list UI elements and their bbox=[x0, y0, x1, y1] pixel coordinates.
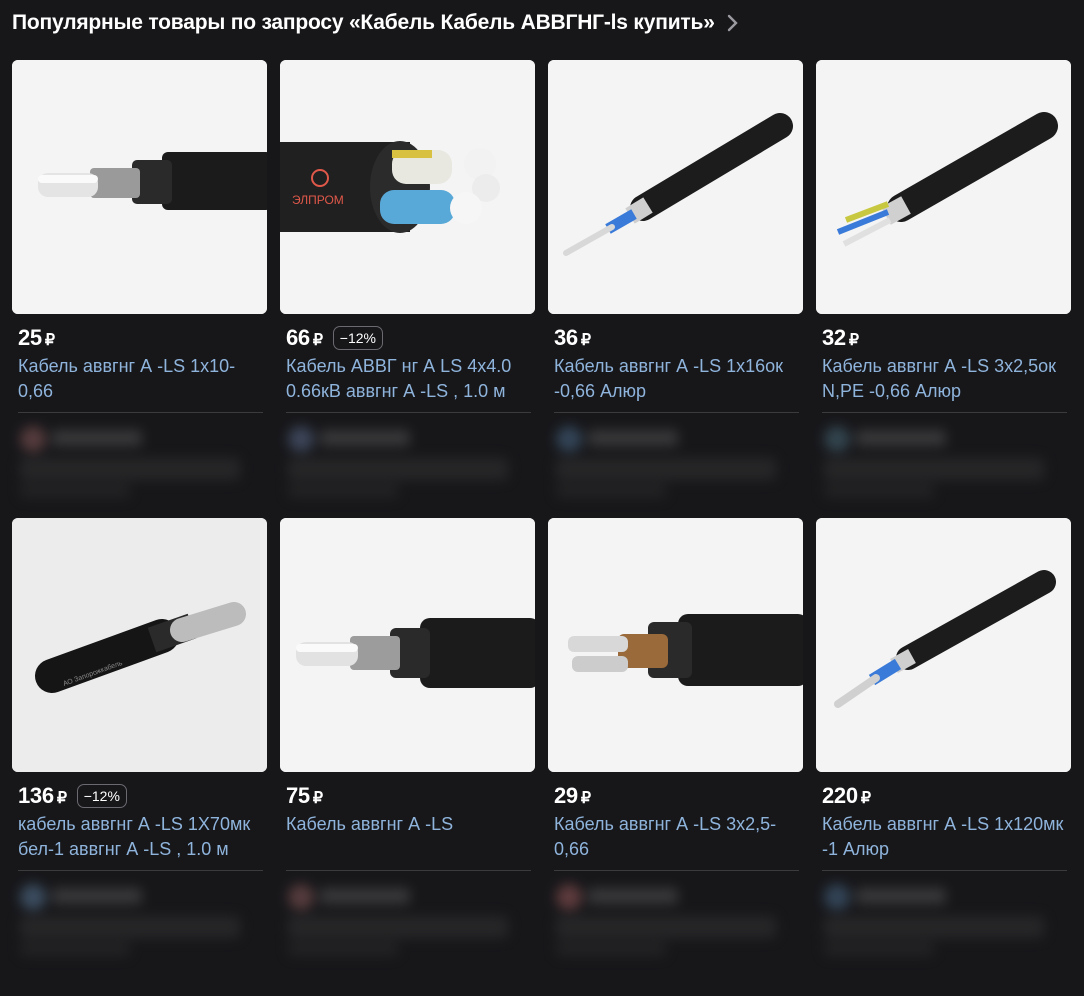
product-card[interactable]: 32 ₽ Кабель аввгнг А -LS 3х2,5ок N,PE -0,… bbox=[816, 60, 1071, 518]
seller-info-blurred[interactable] bbox=[548, 878, 788, 962]
product-price: 75 ₽ bbox=[286, 783, 323, 808]
product-card[interactable]: ЭЛПРОМ 66 ₽ −12% Кабель АВВГ нг А LS 4х4.… bbox=[280, 60, 535, 518]
section-title[interactable]: Популярные товары по запросу «Кабель Каб… bbox=[12, 11, 715, 35]
product-card[interactable]: 220 ₽ Кабель аввгнг А -LS 1х120мк -1 Алюр bbox=[816, 518, 1071, 976]
divider bbox=[822, 412, 1067, 413]
product-image[interactable] bbox=[816, 518, 1071, 772]
product-price: 136 ₽ bbox=[18, 783, 67, 808]
product-price: 220 ₽ bbox=[822, 783, 871, 808]
product-title[interactable]: Кабель аввгнг А -LS 1х10-0,66 bbox=[12, 354, 267, 429]
product-grid: 25 ₽ Кабель аввгнг А -LS 1х10-0,66 ЭЛПРОМ bbox=[12, 60, 1071, 976]
divider bbox=[18, 412, 263, 413]
product-card[interactable]: АО Запорожкабель 136 ₽ −12% кабель аввгнг… bbox=[12, 518, 267, 976]
svg-text:ЭЛПРОМ: ЭЛПРОМ bbox=[292, 193, 344, 207]
product-card[interactable]: 36 ₽ Кабель аввгнг А -LS 1х16ок -0,66 Алю… bbox=[548, 60, 803, 518]
discount-badge: −12% bbox=[332, 326, 383, 350]
product-card[interactable]: 25 ₽ Кабель аввгнг А -LS 1х10-0,66 bbox=[12, 60, 267, 518]
divider bbox=[554, 870, 799, 871]
product-title[interactable]: Кабель аввгнг А -LS 1х16ок -0,66 Алюр bbox=[548, 354, 803, 429]
product-image[interactable]: АО Запорожкабель bbox=[12, 518, 267, 772]
divider bbox=[286, 412, 531, 413]
seller-info-blurred[interactable] bbox=[280, 420, 520, 504]
product-image[interactable] bbox=[548, 518, 803, 772]
product-title[interactable]: Кабель аввгнг А -LS bbox=[280, 812, 535, 887]
product-title[interactable]: Кабель аввгнг А -LS 3х2,5ок N,PE -0,66 А… bbox=[816, 354, 1071, 429]
product-card[interactable]: 75 ₽ Кабель аввгнг А -LS bbox=[280, 518, 535, 976]
discount-badge: −12% bbox=[76, 784, 127, 808]
seller-info-blurred[interactable] bbox=[12, 878, 252, 962]
product-price: 32 ₽ bbox=[822, 325, 859, 350]
seller-info-blurred[interactable] bbox=[12, 420, 252, 504]
product-price: 29 ₽ bbox=[554, 783, 591, 808]
product-image[interactable] bbox=[280, 518, 535, 772]
seller-info-blurred[interactable] bbox=[548, 420, 788, 504]
product-title[interactable]: кабель аввгнг А -LS 1Х70мк бел-1 аввгнг … bbox=[12, 812, 267, 887]
product-card[interactable]: 29 ₽ Кабель аввгнг А -LS 3х2,5-0,66 bbox=[548, 518, 803, 976]
product-image[interactable] bbox=[816, 60, 1071, 314]
chevron-right-icon[interactable] bbox=[725, 13, 741, 33]
seller-info-blurred[interactable] bbox=[816, 420, 1056, 504]
product-image[interactable] bbox=[548, 60, 803, 314]
seller-info-blurred[interactable] bbox=[280, 878, 520, 962]
section-header[interactable]: Популярные товары по запросу «Кабель Каб… bbox=[12, 8, 741, 38]
product-price: 66 ₽ bbox=[286, 325, 323, 350]
divider bbox=[286, 870, 531, 871]
product-image[interactable] bbox=[12, 60, 267, 314]
seller-info-blurred[interactable] bbox=[816, 878, 1056, 962]
product-title[interactable]: Кабель аввгнг А -LS 3х2,5-0,66 bbox=[548, 812, 803, 887]
product-price: 36 ₽ bbox=[554, 325, 591, 350]
product-price: 25 ₽ bbox=[18, 325, 55, 350]
divider bbox=[554, 412, 799, 413]
divider bbox=[822, 870, 1067, 871]
product-title[interactable]: Кабель АВВГ нг А LS 4х4.0 0.66кВ аввгнг … bbox=[280, 354, 535, 429]
product-image[interactable]: ЭЛПРОМ bbox=[280, 60, 535, 314]
divider bbox=[18, 870, 263, 871]
product-title[interactable]: Кабель аввгнг А -LS 1х120мк -1 Алюр bbox=[816, 812, 1071, 887]
